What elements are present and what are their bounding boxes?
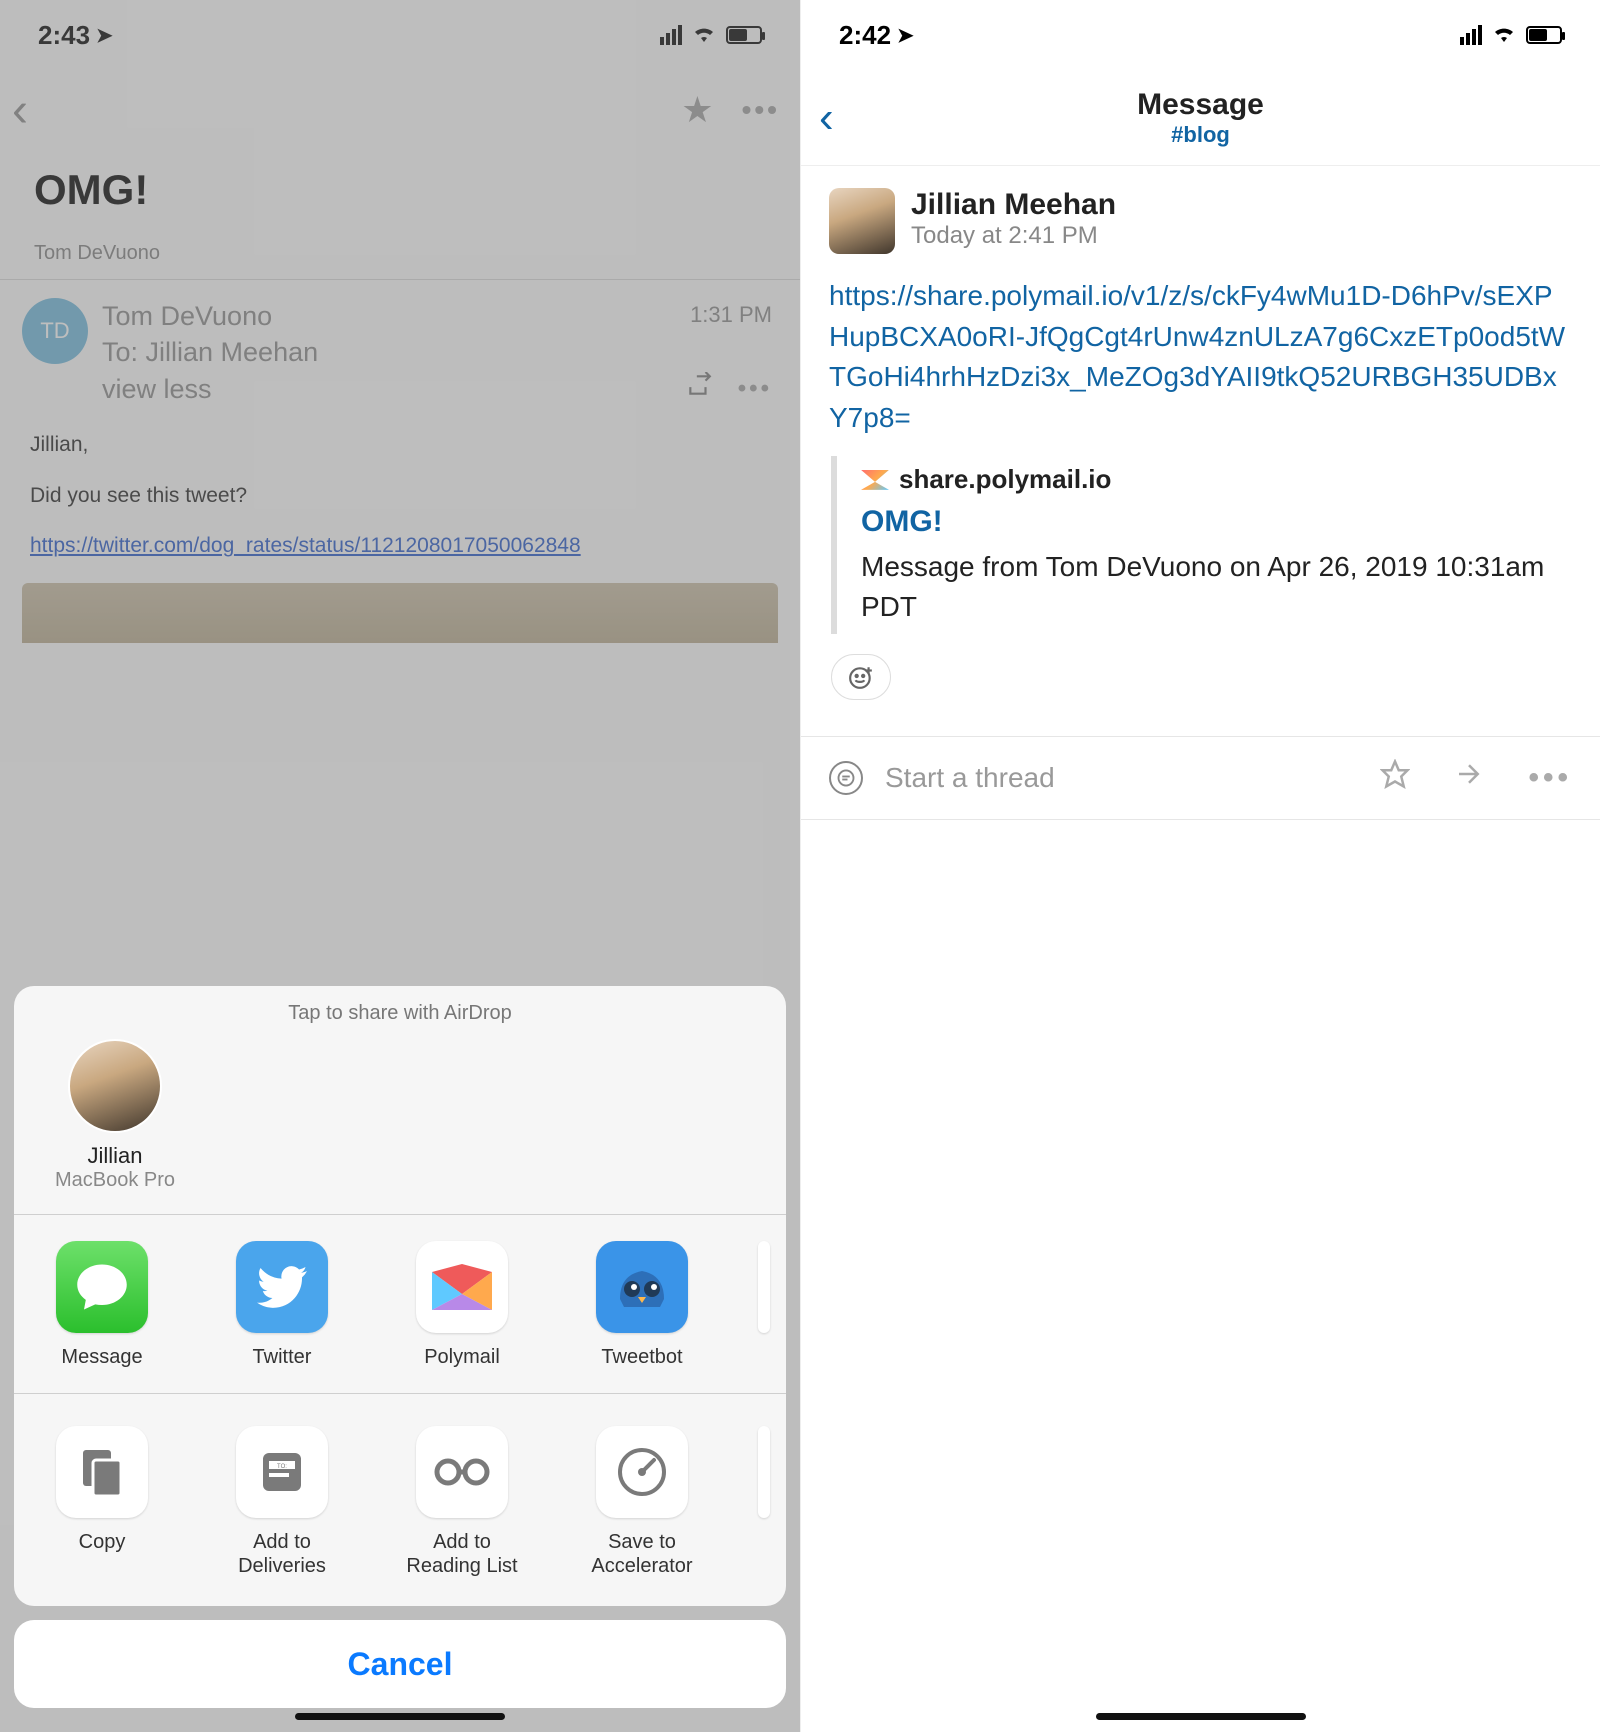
cell-signal-icon (1460, 25, 1482, 45)
attachment-site: share.polymail.io (861, 464, 1572, 495)
location-icon: ➤ (897, 23, 914, 48)
message-timestamp: Today at 2:41 PM (911, 222, 1116, 250)
star-button[interactable] (1380, 759, 1410, 797)
more-button[interactable]: ••• (1528, 761, 1572, 795)
share-label: Copy (79, 1530, 126, 1554)
share-action-reading-list[interactable]: Add to Reading List (394, 1426, 530, 1578)
email-app-pane: 2:43 ➤ ‹ ★ ••• OMG! Tom DeVuono TD (0, 0, 800, 1732)
share-label: Add to Deliveries (214, 1530, 350, 1578)
wifi-icon (1492, 22, 1516, 48)
deliveries-icon: TO: (236, 1426, 328, 1518)
home-indicator[interactable] (1096, 1713, 1306, 1720)
share-actions-row: Copy TO: Add to Deliveries Add to Readin… (14, 1394, 786, 1606)
share-label: Tweetbot (601, 1345, 682, 1369)
channel-name[interactable]: #blog (1137, 122, 1264, 148)
overflow-icon (758, 1241, 770, 1333)
share-app-message[interactable]: Message (34, 1241, 170, 1369)
page-title: Message (1137, 88, 1264, 122)
svg-text:TO:: TO: (277, 1464, 287, 1470)
back-button[interactable]: ‹ (819, 93, 834, 143)
share-action-accelerator[interactable]: Save to Accelerator (574, 1426, 710, 1578)
slack-nav-bar: ‹ Message #blog (801, 70, 1600, 166)
share-sheet: Tap to share with AirDrop Jillian MacBoo… (14, 986, 786, 1708)
attachment-description: Message from Tom DeVuono on Apr 26, 2019… (861, 547, 1572, 625)
share-label: Twitter (253, 1345, 312, 1369)
status-bar-right: 2:42 ➤ (801, 0, 1600, 70)
clock-text: 2:42 (839, 20, 891, 51)
attachment-site-label: share.polymail.io (899, 464, 1111, 495)
link-attachment[interactable]: share.polymail.io OMG! Message from Tom … (831, 456, 1572, 633)
share-app-overflow[interactable] (754, 1241, 774, 1369)
share-app-polymail[interactable]: Polymail (394, 1241, 530, 1369)
home-indicator[interactable] (295, 1713, 505, 1720)
polymail-favicon (861, 470, 889, 490)
share-label: Message (61, 1345, 142, 1369)
share-app-tweetbot[interactable]: Tweetbot (574, 1241, 710, 1369)
share-action-copy[interactable]: Copy (34, 1426, 170, 1578)
share-label: Save to Accelerator (574, 1530, 710, 1578)
tweetbot-icon (596, 1241, 688, 1333)
airdrop-contact[interactable]: Jillian MacBook Pro (20, 1039, 210, 1192)
author-name[interactable]: Jillian Meehan (911, 188, 1116, 222)
author-avatar[interactable] (829, 188, 895, 254)
message-icon (56, 1241, 148, 1333)
share-action-overflow[interactable] (754, 1426, 774, 1578)
attachment-title: OMG! (861, 505, 1572, 539)
airdrop-avatar (68, 1039, 162, 1133)
airdrop-name: Jillian (87, 1143, 142, 1169)
share-action-deliveries[interactable]: TO: Add to Deliveries (214, 1426, 350, 1578)
thread-input[interactable]: Start a thread (885, 762, 1358, 794)
forward-button[interactable] (1454, 759, 1484, 797)
accelerator-icon (596, 1426, 688, 1518)
overflow-icon (758, 1426, 770, 1518)
airdrop-hint: Tap to share with AirDrop (14, 1002, 786, 1025)
slack-message: Jillian Meehan Today at 2:41 PM https://… (801, 166, 1600, 718)
reading-list-icon (416, 1426, 508, 1518)
share-link[interactable]: https://share.polymail.io/v1/z/s/ckFy4wM… (829, 276, 1572, 438)
thread-reply-bar: Start a thread ••• (801, 736, 1600, 820)
status-time: 2:42 ➤ (839, 20, 914, 51)
thread-icon (829, 761, 863, 795)
status-indicators (1460, 22, 1562, 48)
share-apps-row: Message Twitter Polymail (14, 1215, 786, 1394)
cancel-button[interactable]: Cancel (14, 1620, 786, 1708)
add-reaction-button[interactable] (831, 654, 891, 700)
twitter-icon (236, 1241, 328, 1333)
polymail-icon (416, 1241, 508, 1333)
slack-message-pane: 2:42 ➤ ‹ Message #blog Jillian (800, 0, 1600, 1732)
airdrop-device: MacBook Pro (55, 1169, 175, 1192)
share-label: Polymail (424, 1345, 500, 1369)
share-label: Add to Reading List (394, 1530, 530, 1578)
airdrop-section: Tap to share with AirDrop Jillian MacBoo… (14, 986, 786, 1215)
share-app-twitter[interactable]: Twitter (214, 1241, 350, 1369)
battery-icon (1526, 26, 1562, 44)
copy-icon (56, 1426, 148, 1518)
